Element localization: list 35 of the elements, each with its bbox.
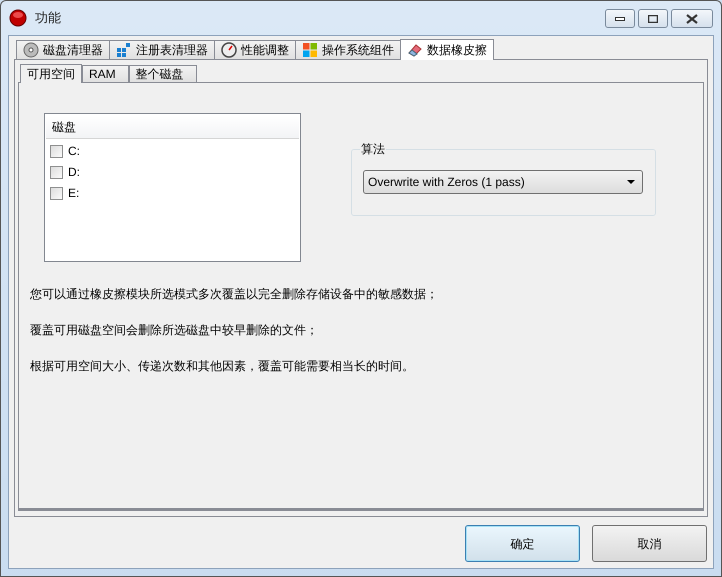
tab[interactable]: 性能调整 [214, 40, 296, 59]
dropdown-arrow-icon [627, 180, 635, 184]
close-button[interactable] [671, 9, 713, 28]
info-text: 您可以通过橡皮擦模块所选模式多次覆盖以完全删除存储设备中的敏感数据； [30, 286, 439, 303]
checkbox[interactable] [50, 144, 63, 158]
close-icon [686, 14, 698, 24]
minimize-icon [615, 16, 625, 20]
tab[interactable]: 数据橡皮擦 [400, 39, 494, 60]
dropdown-value: Overwrite with Zeros (1 pass) [368, 174, 525, 191]
maximize-button[interactable] [638, 9, 668, 28]
tab[interactable]: 整个磁盘 [128, 65, 197, 82]
eraser-icon [407, 42, 423, 58]
window-title: 功能 [35, 9, 61, 28]
group-label: 算法 [360, 141, 386, 157]
checkbox[interactable] [50, 166, 63, 178]
dialog-button[interactable]: 取消 [592, 525, 707, 562]
disc-icon [23, 42, 39, 58]
minimize-button[interactable] [605, 9, 635, 28]
windows-logo-icon [302, 42, 318, 58]
tab[interactable]: RAM [82, 65, 129, 82]
drive-label: C: [68, 143, 80, 160]
drive-label: D: [68, 164, 80, 181]
tab[interactable]: 磁盘清理器 [16, 40, 110, 59]
tab[interactable]: 可用空间 [20, 64, 82, 83]
checkbox[interactable] [50, 186, 63, 200]
drive-label: E: [68, 185, 80, 202]
tab[interactable]: 操作系统组件 [295, 40, 401, 59]
info-text: 根据可用空间大小、传递次数和其他因素，覆盖可能需要相当长的时间。 [30, 358, 415, 375]
blocks-icon [116, 42, 132, 58]
info-text: 覆盖可用磁盘空间会删除所选磁盘中较早删除的文件； [30, 322, 319, 339]
algorithm-dropdown[interactable]: Overwrite with Zeros (1 pass) [363, 170, 643, 194]
app-icon [9, 9, 27, 27]
maximize-icon [648, 14, 658, 22]
tab[interactable]: 注册表清理器 [109, 40, 215, 59]
dialog-button[interactable]: 确定 [465, 525, 580, 562]
